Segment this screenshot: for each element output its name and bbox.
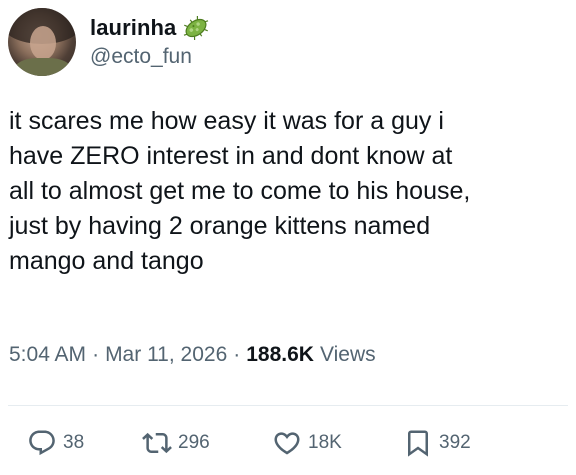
microbe-icon: [182, 14, 210, 42]
reply-button[interactable]: 38: [27, 428, 84, 458]
user-names: laurinha @ecto_fun: [90, 13, 210, 69]
display-name[interactable]: laurinha: [90, 15, 176, 41]
name-row: laurinha: [90, 13, 210, 43]
like-button[interactable]: 18K: [272, 428, 342, 458]
reply-count: 38: [63, 432, 85, 453]
tweet-text: it scares me how easy it was for a guy i…: [9, 107, 471, 275]
tweet-header: laurinha @ecto_fun: [8, 8, 210, 76]
heart-icon: [274, 432, 300, 455]
bookmark-icon: [408, 430, 428, 457]
reply-icon: [29, 430, 55, 456]
repost-count: 296: [178, 432, 210, 453]
tweet-date[interactable]: Mar 11, 2026: [105, 343, 227, 367]
repost-icon: [142, 432, 172, 454]
bookmark-count: 392: [439, 432, 471, 453]
user-handle[interactable]: @ecto_fun: [90, 45, 210, 69]
tweet-meta: 5:04 AM · Mar 11, 2026 · 188.6K Views: [9, 343, 376, 367]
divider: [8, 405, 568, 406]
meta-separator: ·: [92, 343, 100, 366]
views-label: Views: [319, 343, 376, 366]
action-bar: 38 296 18K 392: [0, 428, 576, 468]
meta-separator: ·: [233, 343, 241, 366]
views-count: 188.6K: [246, 343, 314, 366]
like-count: 18K: [308, 432, 342, 453]
bookmark-button[interactable]: 392: [403, 428, 471, 458]
repost-button[interactable]: 296: [142, 428, 210, 458]
tweet-time[interactable]: 5:04 AM: [9, 343, 86, 367]
avatar[interactable]: [8, 8, 76, 76]
